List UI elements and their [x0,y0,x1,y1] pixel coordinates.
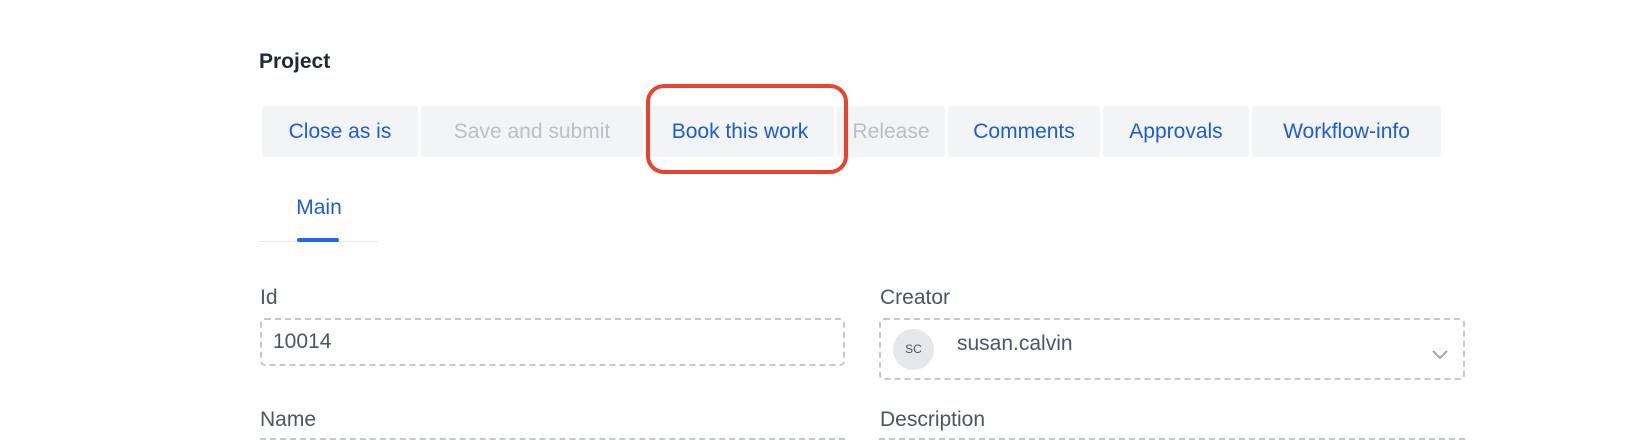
creator-label: Creator [880,286,951,309]
release-button[interactable]: Release [837,106,945,157]
tab-bar: Main [260,192,378,242]
creator-value: susan.calvin [957,332,1073,355]
id-field[interactable]: 10014 [260,318,845,366]
page-title: Project [259,50,331,73]
book-this-work-button[interactable]: Book this work [646,106,834,157]
name-label: Name [260,408,317,431]
action-toolbar: Close as is Save and submit Book this wo… [262,106,1441,157]
avatar: SC [893,328,934,370]
tab-main[interactable]: Main [260,192,378,241]
id-label: Id [260,286,278,309]
tab-main-label: Main [296,196,342,219]
approvals-button[interactable]: Approvals [1103,106,1249,157]
save-and-submit-button[interactable]: Save and submit [421,106,643,157]
active-tab-indicator [297,238,339,242]
description-label: Description [880,408,986,431]
workflow-info-button[interactable]: Workflow-info [1252,106,1441,157]
comments-button[interactable]: Comments [948,106,1100,157]
project-page: Project Close as is Save and submit Book… [0,0,1638,440]
id-value: 10014 [273,330,332,353]
chevron-down-icon[interactable] [1431,342,1449,366]
close-as-is-button[interactable]: Close as is [262,106,418,157]
creator-select[interactable]: SC susan.calvin [879,318,1465,380]
